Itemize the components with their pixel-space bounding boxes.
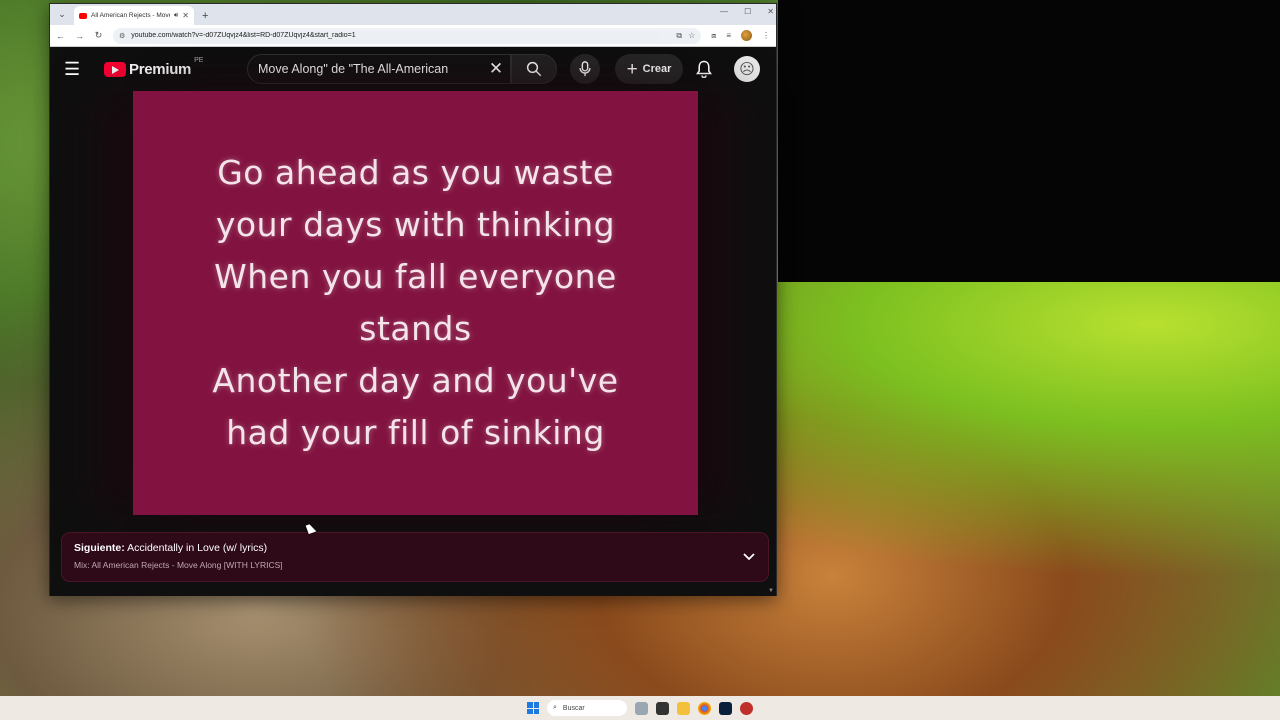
url-text[interactable]: youtube.com/watch?v=-d07ZUqvjz4&list=RD-… [131, 32, 670, 39]
tab-close-icon[interactable]: ✕ [182, 11, 189, 20]
taskbar: ⌕ Buscar [0, 696, 1280, 720]
account-avatar[interactable]: ☹ [734, 56, 760, 82]
microphone-icon [579, 61, 591, 77]
video-player[interactable]: Go ahead as you waste your days with thi… [133, 91, 698, 515]
audio-playing-icon[interactable]: 🔊︎ [174, 12, 178, 20]
lyric-line: Another day and you've [212, 361, 619, 400]
app-icon[interactable] [740, 701, 753, 715]
watch-page: Go ahead as you waste your days with thi… [50, 91, 776, 596]
new-tab-icon[interactable]: + [202, 10, 208, 22]
widgets-icon[interactable] [635, 701, 648, 715]
browser-window: ⌄ All American Rejects - Move 🔊︎ ✕ + — ☐… [49, 3, 777, 596]
bookmark-star-icon[interactable]: ☆ [688, 31, 695, 40]
region-code: PE [194, 56, 204, 64]
forward-icon[interactable]: → [75, 31, 84, 41]
tab-youtube[interactable]: All American Rejects - Move 🔊︎ ✕ [74, 6, 194, 25]
browser-toolbar: ← → ↻ ⚙ youtube.com/watch?v=-d07ZUqvjz4&… [50, 25, 776, 47]
file-explorer-icon[interactable] [677, 701, 690, 715]
youtube-logo-icon [104, 61, 126, 77]
lyric-line: had your fill of sinking [226, 413, 605, 452]
reload-icon[interactable]: ↻ [94, 30, 103, 41]
youtube-header: ☰ Premium PE Move Along" de "The All-Ame… [50, 47, 776, 91]
chrome-icon[interactable] [698, 701, 711, 715]
window-controls: — ☐ ✕ [720, 7, 774, 16]
photoshop-icon[interactable] [719, 701, 732, 715]
taskbar-search-placeholder: Buscar [562, 704, 585, 712]
close-window-icon[interactable]: ✕ [767, 7, 774, 16]
notifications-button[interactable] [692, 57, 716, 81]
scroll-down-arrow-icon[interactable]: ▼ [768, 588, 774, 594]
site-info-icon[interactable]: ⚙ [119, 32, 125, 40]
bell-icon [696, 60, 712, 78]
lyric-line: your days with thinking [215, 205, 616, 244]
tab-title: All American Rejects - Move [91, 12, 170, 19]
back-icon[interactable]: ← [56, 31, 65, 41]
tab-bar: ⌄ All American Rejects - Move 🔊︎ ✕ + — ☐… [50, 4, 776, 25]
task-view-icon[interactable] [656, 701, 669, 715]
up-next-video-title: Accidentally in Love (w/ lyrics) [127, 542, 268, 554]
black-overlay [778, 0, 1280, 282]
search-icon: ⌕ [553, 704, 557, 711]
lyric-line: When you fall everyone [214, 257, 617, 296]
media-control-icon[interactable]: ≡ [726, 31, 731, 40]
search-input[interactable]: Move Along" de "The All-American ✕ [247, 54, 511, 84]
create-button[interactable]: + Crear [615, 54, 683, 84]
up-next-panel[interactable]: Siguiente: Accidentally in Love (w/ lyri… [61, 532, 769, 582]
create-label: Crear [642, 63, 672, 75]
maximize-icon[interactable]: ☐ [744, 7, 751, 16]
youtube-logo[interactable]: Premium PE [104, 57, 203, 78]
logo-text: Premium [129, 60, 192, 78]
taskbar-search[interactable]: ⌕ Buscar [547, 700, 627, 716]
lyrics-overlay: Go ahead as you waste your days with thi… [212, 147, 618, 459]
minimize-icon[interactable]: — [720, 7, 728, 16]
search-button[interactable] [511, 54, 557, 84]
lyric-line: Go ahead as you waste [217, 153, 614, 192]
mix-title: Mix: All American Rejects - Move Along [… [74, 560, 283, 570]
address-bar[interactable]: ⚙ youtube.com/watch?v=-d07ZUqvjz4&list=R… [113, 27, 702, 44]
youtube-favicon-icon [79, 12, 87, 19]
voice-search-button[interactable] [570, 54, 600, 84]
tab-search-icon[interactable]: ⌄ [54, 6, 70, 22]
search-icon [526, 61, 542, 77]
install-app-icon[interactable]: ⧉ [676, 31, 682, 41]
chevron-down-icon[interactable] [742, 549, 756, 567]
plus-icon: + [626, 58, 638, 80]
browser-menu-icon[interactable]: ⋮ [762, 31, 770, 40]
extensions-icon[interactable]: ⧈ [711, 31, 716, 41]
search-value[interactable]: Move Along" de "The All-American [258, 62, 482, 76]
up-next-prefix: Siguiente: [74, 542, 125, 554]
up-next-title: Siguiente: Accidentally in Love (w/ lyri… [74, 542, 756, 554]
profile-avatar[interactable] [741, 30, 752, 41]
windows-start-icon[interactable] [527, 702, 539, 714]
lyric-line: stands [359, 309, 472, 348]
clear-search-icon[interactable]: ✕ [482, 59, 510, 79]
menu-icon[interactable]: ☰ [64, 59, 90, 80]
